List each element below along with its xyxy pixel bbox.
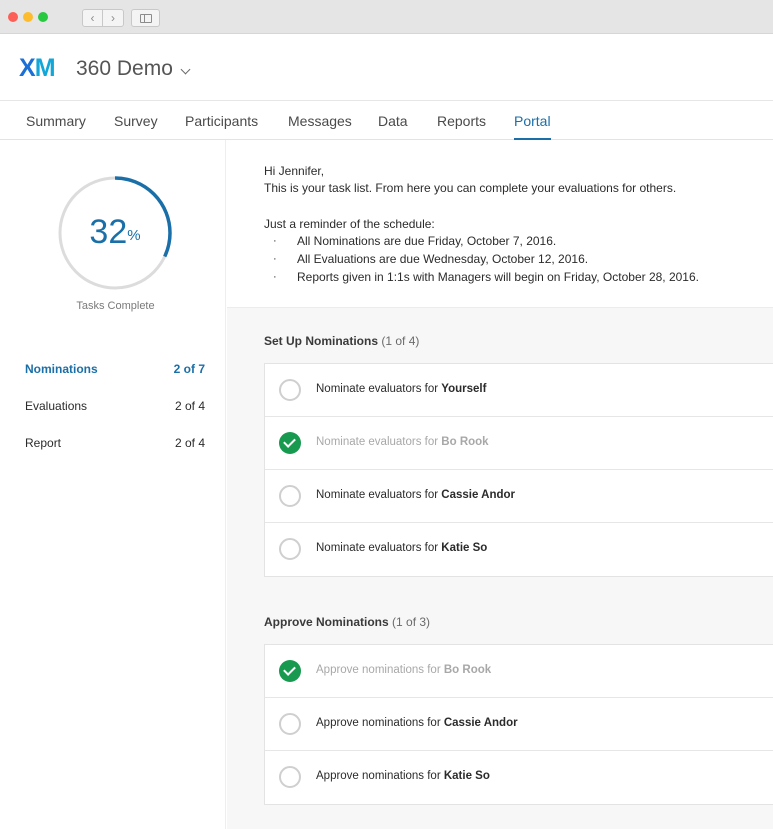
chevron-left-icon: ‹	[90, 11, 95, 25]
progress-percent: 32%	[89, 213, 141, 251]
task-row[interactable]: Approve nominations for Bo Rook	[265, 645, 773, 698]
sidebar-item-label: Nominations	[25, 362, 98, 376]
task-row[interactable]: Approve nominations for Cassie Andor	[265, 698, 773, 751]
task-row[interactable]: Approve nominations for Katie So	[265, 751, 773, 804]
bullet-icon: ·	[273, 271, 277, 283]
tab-data[interactable]: Data	[378, 112, 408, 130]
task-list-setup: Nominate evaluators for Yourself Nominat…	[264, 363, 773, 577]
unchecked-circle-icon[interactable]	[279, 538, 301, 560]
minimize-window-button[interactable]	[23, 12, 33, 22]
section-title-setup: Set Up Nominations (1 of 4)	[264, 334, 420, 348]
unchecked-circle-icon[interactable]	[279, 379, 301, 401]
bullet-icon: ·	[273, 235, 277, 247]
schedule-item: All Nominations are due Friday, October …	[297, 234, 557, 248]
unchecked-circle-icon[interactable]	[279, 485, 301, 507]
task-row[interactable]: Nominate evaluators for Cassie Andor	[265, 470, 773, 523]
checkmark-circle-icon	[279, 432, 301, 454]
tab-messages[interactable]: Messages	[288, 112, 352, 130]
schedule-item: Reports given in 1:1s with Managers will…	[297, 270, 699, 284]
sidebar-item-count: 2 of 7	[173, 362, 205, 376]
chevron-down-icon[interactable]	[180, 64, 191, 75]
intro-panel: Hi Jennifer, This is your task list. Fro…	[227, 140, 773, 308]
sidebar-icon	[140, 14, 152, 23]
zoom-window-button[interactable]	[38, 12, 48, 22]
sidebar-toggle-button[interactable]	[131, 9, 160, 27]
sidebar-item-count: 2 of 4	[174, 399, 205, 413]
intro-text: This is your task list. From here you ca…	[264, 181, 677, 195]
sidebar-item-report[interactable]: Report 2 of 4	[25, 436, 205, 456]
schedule-item: All Evaluations are due Wednesday, Octob…	[297, 252, 589, 266]
browser-chrome: ‹ ›	[0, 0, 773, 34]
xm-logo[interactable]: XM	[19, 55, 56, 81]
chevron-right-icon: ›	[111, 11, 115, 25]
progress-label: Tasks Complete	[76, 300, 155, 312]
address-bar-area	[487, 0, 773, 34]
unchecked-circle-icon[interactable]	[279, 713, 301, 735]
task-row[interactable]: Nominate evaluators for Bo Rook	[265, 417, 773, 470]
project-title[interactable]: 360 Demo	[76, 56, 173, 82]
unchecked-circle-icon[interactable]	[279, 766, 301, 788]
close-window-button[interactable]	[8, 12, 18, 22]
bullet-icon: ·	[273, 253, 277, 265]
sidebar: 32% Tasks Complete Nominations 2 of 7 Ev…	[0, 140, 226, 829]
sidebar-item-label: Evaluations	[25, 399, 88, 413]
tab-survey[interactable]: Survey	[114, 112, 158, 130]
task-row[interactable]: Nominate evaluators for Yourself	[265, 364, 773, 417]
section-title-approve: Approve Nominations (1 of 3)	[264, 615, 431, 629]
app-header: XM 360 Demo	[0, 35, 773, 101]
sidebar-item-count: 2 of 4	[174, 436, 205, 450]
greeting: Hi Jennifer,	[264, 164, 325, 178]
tab-portal[interactable]: Portal	[514, 112, 551, 140]
forward-button[interactable]: ›	[103, 9, 124, 27]
tab-participants[interactable]: Participants	[185, 112, 258, 130]
tab-bar: Summary Survey Participants Messages Dat…	[0, 102, 773, 140]
tab-reports[interactable]: Reports	[437, 112, 486, 130]
sidebar-item-nominations[interactable]: Nominations 2 of 7	[25, 362, 205, 382]
tab-summary[interactable]: Summary	[26, 112, 86, 130]
main-content: Hi Jennifer, This is your task list. Fro…	[227, 140, 773, 829]
sidebar-item-evaluations[interactable]: Evaluations 2 of 4	[25, 399, 205, 419]
task-row[interactable]: Nominate evaluators for Katie So	[265, 523, 773, 576]
checkmark-circle-icon	[279, 660, 301, 682]
task-list-approve: Approve nominations for Bo Rook Approve …	[264, 644, 773, 805]
reminder-text: Just a reminder of the schedule:	[264, 217, 435, 231]
sidebar-item-label: Report	[25, 436, 62, 450]
back-button[interactable]: ‹	[82, 9, 103, 27]
